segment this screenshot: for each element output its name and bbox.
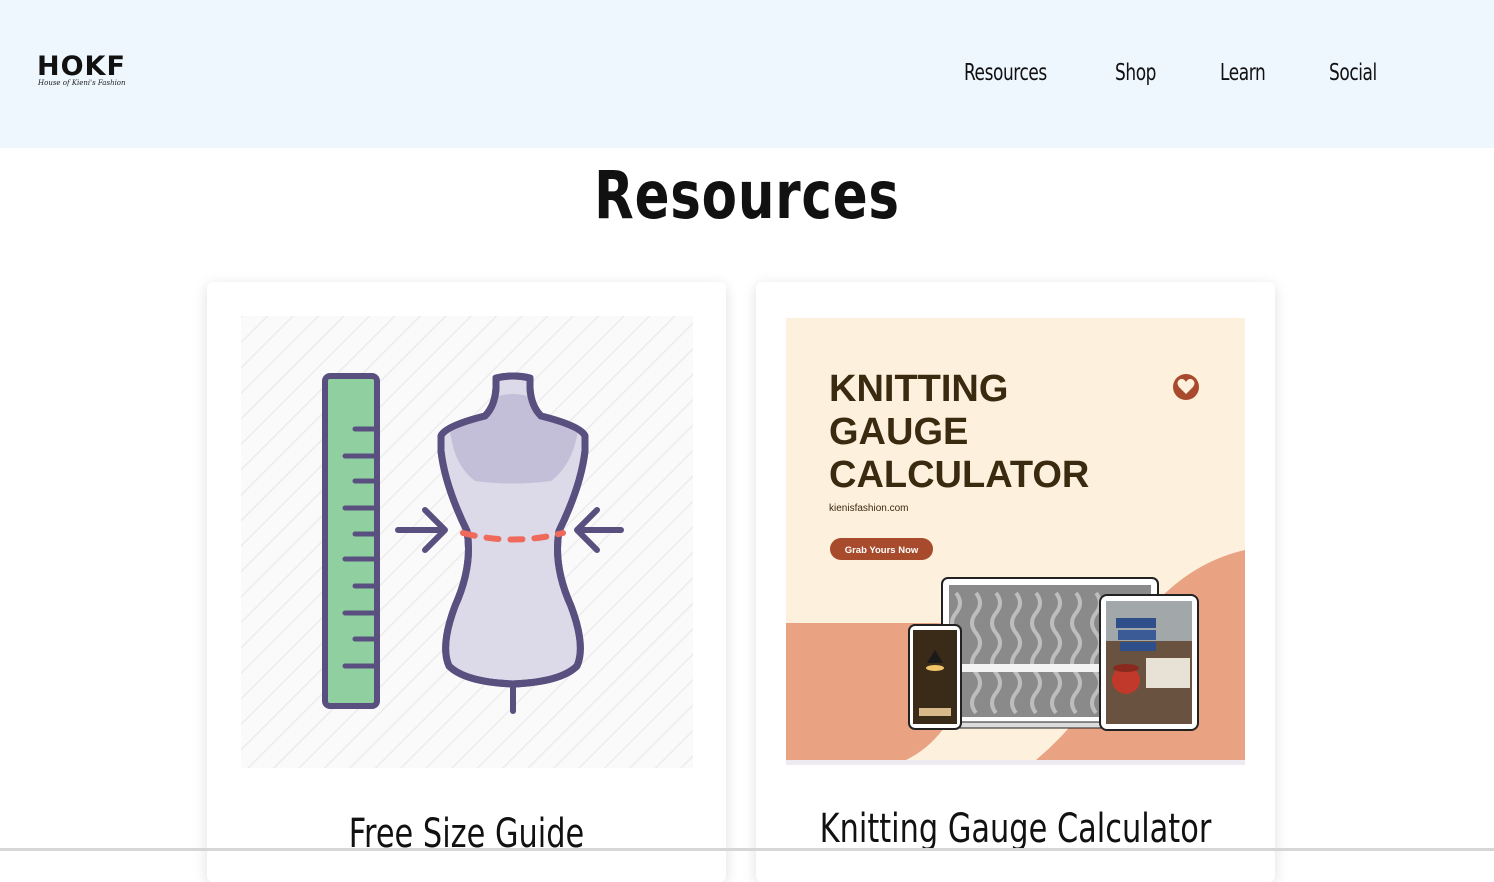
heart-icon: [1173, 374, 1199, 400]
logo-mark: HOKF: [37, 51, 126, 82]
logo-subtitle: House of Kieni's Fashion: [38, 79, 126, 87]
knitting-gauge-promo-image: KNITTING GAUGE CALCULATOR kienisfashion.…: [786, 318, 1245, 765]
resource-card-size-guide[interactable]: Free Size Guide: [207, 282, 726, 882]
ruler: [322, 373, 380, 709]
promo-heading-line3: CALCULATOR: [829, 454, 1089, 496]
promo-heading-line2: GAUGE: [829, 411, 968, 453]
promo-cta-label: Grab Yours Now: [845, 545, 919, 556]
site-header: HOKF House of Kieni's Fashion Resources …: [0, 0, 1494, 148]
site-logo[interactable]: HOKF House of Kieni's Fashion: [37, 51, 133, 90]
promo-cta-button: Grab Yours Now: [830, 538, 933, 560]
nav-link-social[interactable]: Social: [1329, 56, 1377, 90]
nav-link-shop[interactable]: Shop: [1115, 56, 1156, 90]
page-title: Resources: [594, 157, 900, 234]
dress-form-ruler-icon: [241, 316, 693, 768]
nav-link-resources[interactable]: Resources: [964, 56, 1047, 90]
tablet-image: [1099, 594, 1199, 731]
nav-link-learn[interactable]: Learn: [1220, 56, 1266, 90]
phone-image: [908, 624, 962, 730]
resource-card-knitting-gauge[interactable]: KNITTING GAUGE CALCULATOR kienisfashion.…: [756, 282, 1275, 882]
promo-website: kienisfashion.com: [829, 503, 908, 514]
promo-heading-line1: KNITTING: [829, 368, 1008, 410]
card-title[interactable]: Knitting Gauge Calculator: [818, 805, 1212, 853]
